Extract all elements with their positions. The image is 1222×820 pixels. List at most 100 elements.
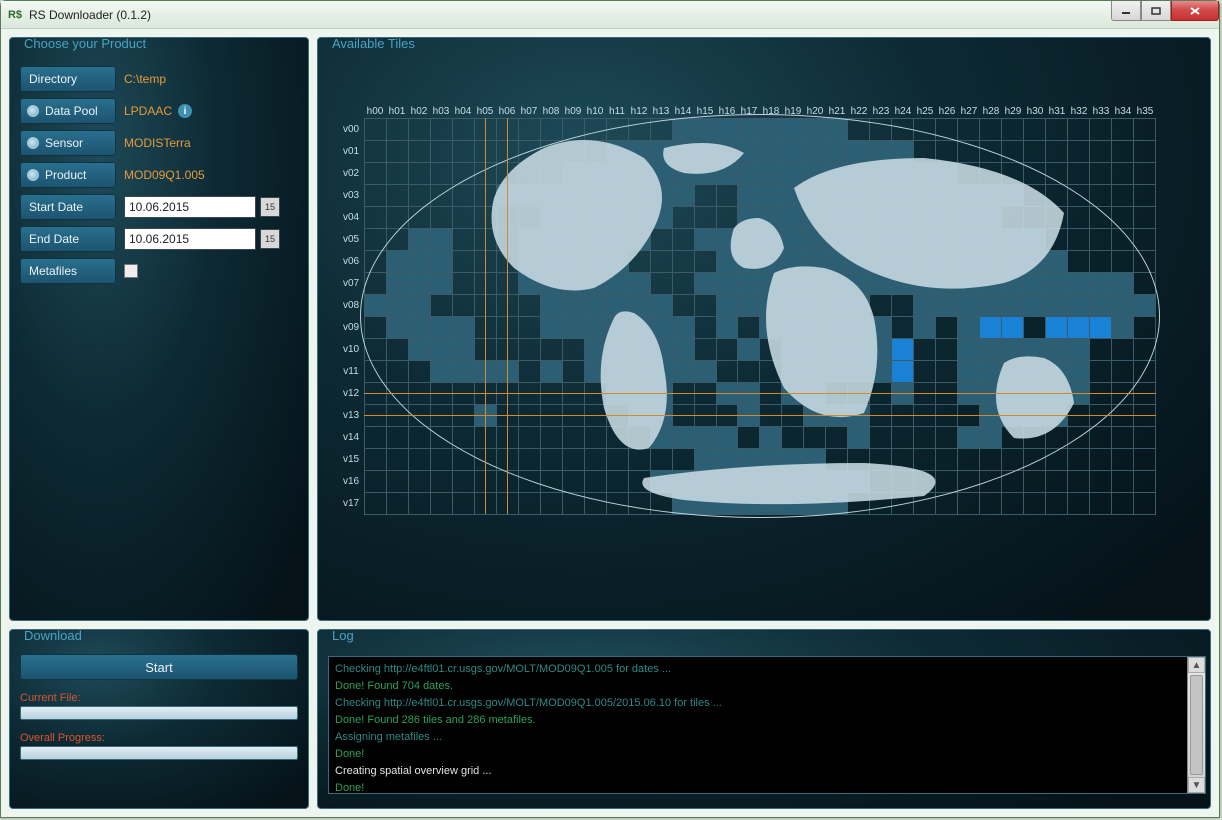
tile-cell[interactable]	[936, 449, 958, 471]
tile-cell[interactable]	[870, 207, 892, 229]
tile-cell[interactable]	[1089, 207, 1111, 229]
tile-cell[interactable]	[782, 405, 804, 427]
tile-cell[interactable]	[936, 427, 958, 449]
tile-cell[interactable]	[1046, 361, 1068, 383]
tile-cell[interactable]	[980, 119, 1002, 141]
tile-cell[interactable]	[584, 251, 606, 273]
tile-cell[interactable]	[606, 119, 628, 141]
tile-cell[interactable]	[1002, 361, 1024, 383]
tile-cell[interactable]	[584, 405, 606, 427]
tile-cell[interactable]	[1068, 229, 1090, 251]
tile-cell[interactable]	[848, 251, 870, 273]
tile-cell[interactable]	[870, 427, 892, 449]
tile-cell[interactable]	[496, 273, 518, 295]
tile-cell[interactable]	[452, 295, 474, 317]
tile-cell[interactable]	[562, 141, 584, 163]
tile-cell[interactable]	[1089, 317, 1111, 339]
tile-cell[interactable]	[892, 471, 914, 493]
tile-cell[interactable]	[760, 339, 782, 361]
scroll-up-icon[interactable]: ▲	[1188, 657, 1205, 673]
tile-cell[interactable]	[628, 383, 650, 405]
tile-cell[interactable]	[1002, 427, 1024, 449]
tile-cell[interactable]	[804, 163, 826, 185]
tile-cell[interactable]	[496, 317, 518, 339]
tile-cell[interactable]	[804, 141, 826, 163]
tile-cell[interactable]	[958, 141, 980, 163]
tile-cell[interactable]	[1133, 229, 1155, 251]
tile-cell[interactable]	[650, 383, 672, 405]
tile-cell[interactable]	[496, 339, 518, 361]
tile-cell[interactable]	[826, 449, 848, 471]
tile-cell[interactable]	[914, 273, 936, 295]
tile-cell[interactable]	[892, 273, 914, 295]
end-date-input[interactable]	[124, 228, 256, 250]
tile-cell[interactable]	[870, 273, 892, 295]
tile-cell[interactable]	[606, 273, 628, 295]
tile-cell[interactable]	[826, 339, 848, 361]
tile-cell[interactable]	[1002, 383, 1024, 405]
tile-cell[interactable]	[870, 471, 892, 493]
tile-cell[interactable]	[1111, 185, 1133, 207]
tile-cell[interactable]	[804, 251, 826, 273]
tile-cell[interactable]	[518, 471, 540, 493]
tile-cell[interactable]	[584, 207, 606, 229]
tile-cell[interactable]	[452, 471, 474, 493]
tile-cell[interactable]	[826, 295, 848, 317]
tile-cell[interactable]	[870, 317, 892, 339]
tile-cell[interactable]	[914, 295, 936, 317]
tile-cell[interactable]	[738, 317, 760, 339]
tile-cell[interactable]	[650, 449, 672, 471]
tile-cell[interactable]	[694, 251, 716, 273]
tile-cell[interactable]	[936, 361, 958, 383]
tile-cell[interactable]	[1068, 317, 1090, 339]
tile-cell[interactable]	[760, 185, 782, 207]
calendar-icon[interactable]: 15	[260, 229, 280, 249]
tile-cell[interactable]	[694, 295, 716, 317]
tile-cell[interactable]	[1046, 427, 1068, 449]
tile-cell[interactable]	[958, 449, 980, 471]
tile-cell[interactable]	[672, 493, 694, 515]
tile-cell[interactable]	[430, 295, 452, 317]
tile-cell[interactable]	[584, 163, 606, 185]
tile-cell[interactable]	[958, 471, 980, 493]
tile-cell[interactable]	[716, 339, 738, 361]
tile-cell[interactable]	[980, 449, 1002, 471]
metafiles-checkbox[interactable]	[124, 264, 138, 278]
tile-cell[interactable]	[518, 207, 540, 229]
tile-cell[interactable]	[1002, 273, 1024, 295]
tile-cell[interactable]	[365, 383, 387, 405]
tile-cell[interactable]	[518, 405, 540, 427]
tile-cell[interactable]	[1089, 427, 1111, 449]
tile-cell[interactable]	[958, 229, 980, 251]
tile-cell[interactable]	[1046, 141, 1068, 163]
tile-cell[interactable]	[958, 273, 980, 295]
tile-cell[interactable]	[716, 383, 738, 405]
tile-cell[interactable]	[804, 449, 826, 471]
tile-cell[interactable]	[892, 141, 914, 163]
scroll-thumb[interactable]	[1190, 675, 1203, 775]
tile-cell[interactable]	[1111, 339, 1133, 361]
tile-cell[interactable]	[1002, 295, 1024, 317]
tile-cell[interactable]	[738, 185, 760, 207]
tile-cell[interactable]	[826, 185, 848, 207]
tile-cell[interactable]	[958, 339, 980, 361]
tile-cell[interactable]	[408, 449, 430, 471]
tile-cell[interactable]	[1024, 449, 1046, 471]
tile-cell[interactable]	[716, 427, 738, 449]
tile-cell[interactable]	[1024, 119, 1046, 141]
tile-cell[interactable]	[1068, 361, 1090, 383]
tile-cell[interactable]	[782, 317, 804, 339]
tile-cell[interactable]	[914, 185, 936, 207]
tile-cell[interactable]	[1133, 251, 1155, 273]
tile-cell[interactable]	[386, 119, 408, 141]
tile-cell[interactable]	[1024, 229, 1046, 251]
tile-cell[interactable]	[980, 317, 1002, 339]
tile-cell[interactable]	[1046, 449, 1068, 471]
tile-cell[interactable]	[804, 471, 826, 493]
tile-cell[interactable]	[870, 383, 892, 405]
tile-cell[interactable]	[540, 185, 562, 207]
tile-cell[interactable]	[584, 295, 606, 317]
tile-cell[interactable]	[958, 361, 980, 383]
tile-cell[interactable]	[584, 493, 606, 515]
tile-cell[interactable]	[738, 229, 760, 251]
